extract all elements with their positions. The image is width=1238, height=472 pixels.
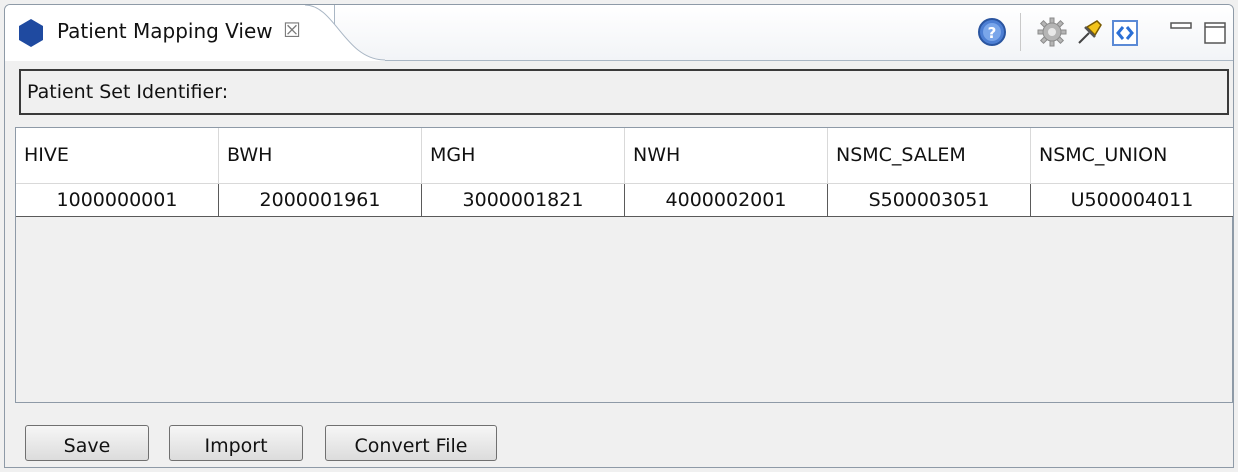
tab-title: Patient Mapping View [57, 19, 273, 43]
pin-icon[interactable] [1073, 15, 1107, 49]
save-button[interactable]: Save [25, 425, 149, 461]
table-cell[interactable]: 3000001821 [422, 184, 625, 217]
help-icon[interactable]: ? [975, 15, 1009, 49]
import-button[interactable]: Import [169, 425, 303, 461]
view-header: Patient Mapping View ☒ ? [5, 5, 1233, 61]
column-header[interactable]: NSMC_UNION [1031, 128, 1233, 184]
tab-patient-mapping-view[interactable]: Patient Mapping View ☒ [5, 5, 335, 61]
patient-mapping-view: Patient Mapping View ☒ ? Patient Set Ide… [4, 4, 1234, 468]
table-row[interactable]: 1000000001 2000001961 3000001821 4000002… [16, 184, 1233, 217]
table-cell[interactable]: 2000001961 [219, 184, 422, 217]
table-cell[interactable]: 4000002001 [625, 184, 828, 217]
column-header[interactable]: MGH [422, 128, 625, 184]
tab-curve [305, 5, 385, 61]
convert-file-button[interactable]: Convert File [325, 425, 497, 461]
svg-text:?: ? [988, 24, 997, 42]
column-header[interactable]: HIVE [16, 128, 219, 184]
patient-set-identifier-label: Patient Set Identifier: [27, 81, 229, 103]
mapping-table[interactable]: HIVE BWH MGH NWH NSMC_SALEM NSMC_UNION 1… [15, 127, 1233, 403]
patient-set-identifier-box[interactable]: Patient Set Identifier: [19, 69, 1229, 115]
close-icon[interactable]: ☒ [283, 18, 301, 42]
maximize-icon[interactable] [1201, 15, 1234, 49]
toolbar-separator [1020, 13, 1021, 51]
table-header: HIVE BWH MGH NWH NSMC_SALEM NSMC_UNION [16, 128, 1233, 184]
table-cell[interactable]: 1000000001 [16, 184, 219, 217]
table-cell[interactable]: U500004011 [1031, 184, 1233, 217]
column-header[interactable]: NSMC_SALEM [828, 128, 1031, 184]
hexagon-icon [19, 19, 43, 47]
table-cell[interactable]: S500003051 [828, 184, 1031, 217]
column-header[interactable]: NWH [625, 128, 828, 184]
minimize-icon[interactable] [1167, 15, 1201, 49]
column-header[interactable]: BWH [219, 128, 422, 184]
link-icon[interactable] [1109, 15, 1143, 49]
gear-icon[interactable] [1035, 15, 1069, 49]
